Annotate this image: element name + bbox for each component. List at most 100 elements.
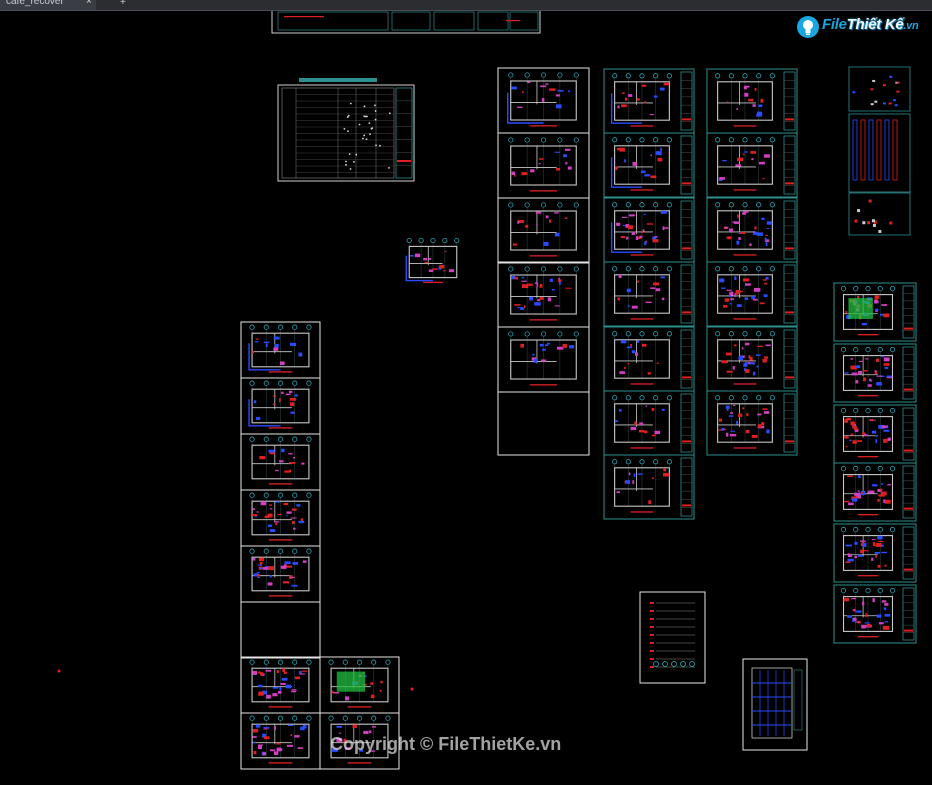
plan-furniture — [734, 276, 737, 281]
grid-bubble — [853, 466, 859, 472]
grid-bubble — [715, 266, 721, 272]
title-block-stamp — [785, 311, 794, 314]
plan-title-bar — [268, 427, 293, 429]
drawing-canvas[interactable] — [0, 11, 932, 785]
plan-title-bar — [630, 254, 654, 256]
plan-furniture — [300, 518, 303, 522]
logo-word-thietke: Thiết Kế — [846, 16, 904, 33]
drawing-sheet — [833, 343, 917, 403]
plan-furniture — [730, 298, 734, 301]
plan-furniture — [644, 430, 648, 434]
plan-furniture — [757, 345, 764, 348]
plan-title-bar — [857, 395, 879, 397]
plan-furniture — [887, 437, 891, 441]
grid-bubble — [853, 347, 859, 353]
title-block-stamp — [785, 247, 794, 250]
plan-furniture — [565, 287, 572, 289]
detail-mark — [857, 209, 861, 213]
plan-furniture — [850, 365, 857, 370]
plan-furniture — [748, 355, 751, 359]
plan-furniture — [853, 617, 857, 621]
grid-bubble — [573, 137, 579, 143]
plan-furniture — [630, 343, 632, 347]
plan-furniture — [875, 435, 877, 437]
grid-bubble — [889, 347, 896, 353]
plan-furniture — [757, 413, 762, 416]
plan-furniture — [295, 676, 301, 680]
plan-furniture — [761, 217, 765, 220]
schedule-mark — [363, 105, 366, 108]
plan-furniture — [845, 311, 848, 313]
grid-bubble — [769, 331, 775, 337]
plan-furniture — [876, 375, 882, 377]
section-level-mark — [650, 658, 654, 660]
plan-furniture — [642, 229, 645, 232]
plan-furniture — [291, 584, 298, 587]
plan-furniture — [882, 625, 889, 630]
title-block — [783, 393, 796, 453]
grid-bubble — [769, 73, 775, 79]
plan-furniture — [632, 161, 637, 166]
schedule-mark — [343, 127, 346, 130]
plan-furniture — [624, 366, 626, 369]
drawing-sheet — [497, 132, 590, 199]
detail-sheet-cluster — [848, 66, 911, 236]
plan-furniture — [277, 513, 282, 515]
plan-furniture — [626, 236, 629, 240]
plan-furniture — [847, 558, 854, 562]
grid-bubble — [306, 324, 312, 330]
plan-furniture — [290, 411, 295, 414]
plan-furniture — [268, 566, 274, 571]
plan-furniture — [865, 358, 869, 360]
new-tab-button[interactable]: + — [120, 0, 126, 8]
plan-furniture — [862, 370, 868, 372]
plan-furniture — [663, 472, 670, 477]
plan-furniture — [641, 343, 647, 347]
plan-furniture — [428, 258, 432, 260]
plan-furniture — [637, 473, 643, 475]
plan-furniture — [743, 363, 748, 367]
plan-furniture — [626, 288, 631, 293]
plan-furniture — [883, 499, 886, 504]
close-icon[interactable]: × — [86, 0, 92, 7]
plan-furniture — [880, 355, 885, 358]
plan-furniture — [877, 565, 881, 568]
tab-cafe-recover[interactable]: cafe_recover × — [0, 0, 96, 10]
plan-furniture — [734, 344, 737, 347]
plan-furniture — [862, 543, 867, 547]
plan-furniture — [345, 696, 349, 701]
plan-landscape — [336, 671, 366, 692]
mini-sheet — [433, 11, 475, 31]
detail-mark — [889, 75, 893, 78]
plan-furniture — [253, 400, 257, 404]
plan-furniture — [252, 514, 258, 517]
grid-bubble — [442, 237, 448, 243]
plan-furniture — [622, 92, 625, 94]
plan-furniture — [736, 420, 738, 425]
plan-furniture — [636, 340, 640, 343]
title-block — [902, 526, 915, 580]
grid-bubble — [385, 659, 391, 665]
plan-furniture — [253, 741, 256, 744]
plan-furniture — [732, 221, 737, 223]
plan-title-bar — [423, 281, 443, 284]
plan-furniture — [540, 359, 547, 362]
plan-furniture — [762, 279, 767, 281]
grid-bubble — [653, 331, 659, 337]
plan-furniture — [883, 363, 890, 366]
plan-furniture — [521, 276, 525, 279]
section-level-mark — [650, 650, 654, 652]
section-level-mark — [650, 610, 654, 612]
plan-furniture — [886, 375, 892, 378]
drawing-sheet — [240, 545, 321, 603]
plan-furniture — [280, 565, 287, 569]
grid-bubble — [263, 324, 269, 330]
plan-furniture — [639, 422, 644, 426]
plan-title-bar — [347, 706, 372, 708]
plan-furniture — [651, 434, 656, 437]
grid-bubble — [524, 72, 530, 78]
plan-title-bar — [630, 447, 654, 449]
drawing-sheet — [240, 433, 321, 491]
grid-bubble — [666, 73, 672, 79]
grid-bubble — [742, 395, 748, 401]
